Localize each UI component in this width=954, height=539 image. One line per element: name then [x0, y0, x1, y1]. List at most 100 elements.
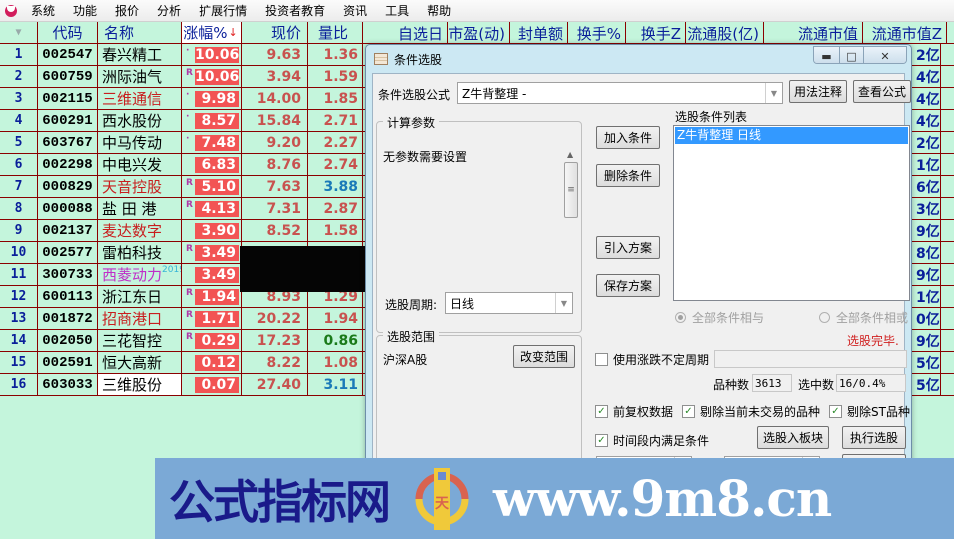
header-pe-dynamic[interactable]: 市盈(动)	[448, 22, 510, 44]
save-plan-button[interactable]: 保存方案	[596, 274, 660, 297]
params-text: 无参数需要设置	[383, 150, 468, 164]
stock-name: 中电兴发	[98, 154, 182, 175]
stock-code: 002137	[38, 220, 98, 241]
next-column-cell	[940, 88, 954, 110]
watermark-site-name: 公式指标网	[169, 474, 391, 529]
menu-system[interactable]: 系统	[22, 0, 64, 22]
condition-list[interactable]: Z牛背整理 日线	[673, 125, 910, 301]
stock-name: 三花智控	[98, 330, 182, 351]
float-mktcap-z-value: 0亿	[916, 312, 940, 328]
header-change[interactable]: 涨幅% ↓	[182, 22, 242, 43]
change-range-button[interactable]: 改变范围	[513, 345, 575, 368]
to-block-button[interactable]: 选股入板块	[757, 426, 829, 449]
chevron-down-icon: ▼	[555, 293, 572, 313]
radio-all-or[interactable]: 全部条件相或	[819, 309, 908, 326]
exclude-st-checkbox[interactable]: ✓ 剔除ST品种	[829, 403, 910, 420]
row-index: 8	[0, 198, 38, 219]
close-button[interactable]: ✕	[864, 47, 906, 63]
variable-period-field[interactable]	[714, 350, 907, 368]
header-volume-ratio[interactable]: 量比	[308, 22, 363, 43]
header-price[interactable]: 现价	[242, 22, 308, 43]
view-formula-button[interactable]: 查看公式	[853, 80, 911, 103]
maximize-button[interactable]: □	[840, 47, 864, 63]
volume-ratio: 3.11	[308, 374, 363, 395]
stock-code: 002050	[38, 330, 98, 351]
stock-code: 000088	[38, 198, 98, 219]
header-seal-amount[interactable]: 封单额	[510, 22, 568, 44]
range-value: 沪深A股	[383, 353, 428, 367]
volume-ratio: 0.86	[308, 330, 363, 351]
change-cell: R 0.29	[182, 330, 242, 351]
radio-dot-icon	[675, 312, 686, 323]
stock-name-text: 三维股份	[102, 376, 163, 394]
stock-name: 浙江东日	[98, 286, 182, 307]
price: 7.63	[242, 176, 308, 197]
forward-adjusted-checkbox[interactable]: ✓ 前复权数据	[595, 403, 673, 420]
stock-name-text: 春兴精工	[102, 46, 163, 64]
params-scrollbar[interactable]: ▲ ≡	[563, 150, 580, 270]
price: 20.22	[242, 308, 308, 329]
run-selection-button[interactable]: 执行选股	[842, 426, 906, 449]
header-sort-dropdown[interactable]: ▼	[0, 22, 38, 43]
header-turnover[interactable]: 换手%	[568, 22, 626, 44]
header-float-mktcap[interactable]: 流通市值	[764, 22, 863, 44]
menu-news[interactable]: 资讯	[334, 0, 376, 22]
menu-help[interactable]: 帮助	[418, 0, 460, 22]
app-logo-icon[interactable]	[0, 0, 22, 22]
volume-ratio: 1.59	[308, 66, 363, 87]
close-icon: ✕	[880, 49, 890, 63]
minimize-icon: ▬	[821, 49, 832, 63]
import-plan-button[interactable]: 引入方案	[596, 236, 660, 259]
period-satisfy-label: 时间段内满足条件	[613, 434, 710, 448]
radio-all-and[interactable]: 全部条件相与	[675, 309, 764, 326]
period-value: 日线	[450, 296, 475, 311]
menu-analysis[interactable]: 分析	[148, 0, 190, 22]
radio-all-or-label: 全部条件相或	[836, 311, 909, 325]
period-satisfy-checkbox[interactable]: ✓ 时间段内满足条件	[595, 432, 709, 449]
check-icon: ✓	[595, 434, 608, 447]
header-float-mktcap-z[interactable]: 流通市值Z	[863, 22, 947, 44]
stock-code: 300733	[38, 264, 98, 285]
use-variable-period-checkbox[interactable]: 使用涨跌不定周期	[595, 351, 709, 368]
forward-adjusted-label: 前复权数据	[613, 405, 674, 419]
add-condition-button[interactable]: 加入条件	[596, 126, 660, 149]
params-group-title: 计算参数	[383, 114, 440, 131]
row-index: 11	[0, 264, 38, 285]
scroll-thumb[interactable]: ≡	[564, 162, 578, 218]
menu-tools[interactable]: 工具	[376, 0, 418, 22]
float-mktcap-z-value: 5亿	[916, 378, 940, 394]
minimize-button[interactable]: ▬	[814, 47, 840, 63]
formula-select[interactable]: Z牛背整理 - ▼	[457, 82, 783, 104]
float-mktcap-z-value: 1亿	[916, 158, 940, 174]
price: 27.40	[242, 374, 308, 395]
status-text: 选股完毕.	[847, 334, 899, 348]
header-watch-date[interactable]: 自选日	[363, 22, 448, 44]
check-icon: ✓	[595, 405, 608, 418]
delete-condition-button[interactable]: 删除条件	[596, 164, 660, 187]
header-float-shares[interactable]: 流通股(亿)	[686, 22, 764, 44]
next-column-cell	[940, 220, 954, 242]
menu-extended-market[interactable]: 扩展行情	[190, 0, 256, 22]
marker-dot-icon: ·	[186, 134, 190, 144]
stock-code: 002115	[38, 88, 98, 109]
scroll-up-icon[interactable]: ▲	[567, 150, 573, 159]
stock-code: 600291	[38, 110, 98, 131]
float-mktcap-z-value: 9亿	[916, 224, 940, 240]
exclude-untraded-checkbox[interactable]: ✓ 剔除当前未交易的品种	[682, 403, 820, 420]
header-turnover-z[interactable]: 换手Z	[626, 22, 686, 44]
condition-list-item[interactable]: Z牛背整理 日线	[675, 127, 908, 144]
next-column-cell	[940, 132, 954, 154]
usage-notes-button[interactable]: 用法注释	[789, 80, 847, 103]
dialog-titlebar[interactable]: 条件选股 ▬ □ ✕	[366, 45, 911, 73]
stock-name-text: 麦达数字	[102, 222, 163, 240]
row-index: 2	[0, 66, 38, 87]
period-select[interactable]: 日线 ▼	[445, 292, 573, 314]
count-label: 品种数	[713, 378, 750, 392]
menu-investor-education[interactable]: 投资者教育	[256, 0, 334, 22]
formula-label: 条件选股公式	[378, 88, 451, 102]
header-name[interactable]: 名称	[98, 22, 182, 43]
menu-function[interactable]: 功能	[64, 0, 106, 22]
volume-ratio: 1.58	[308, 220, 363, 241]
menu-quote[interactable]: 报价	[106, 0, 148, 22]
header-code[interactable]: 代码	[38, 22, 98, 43]
